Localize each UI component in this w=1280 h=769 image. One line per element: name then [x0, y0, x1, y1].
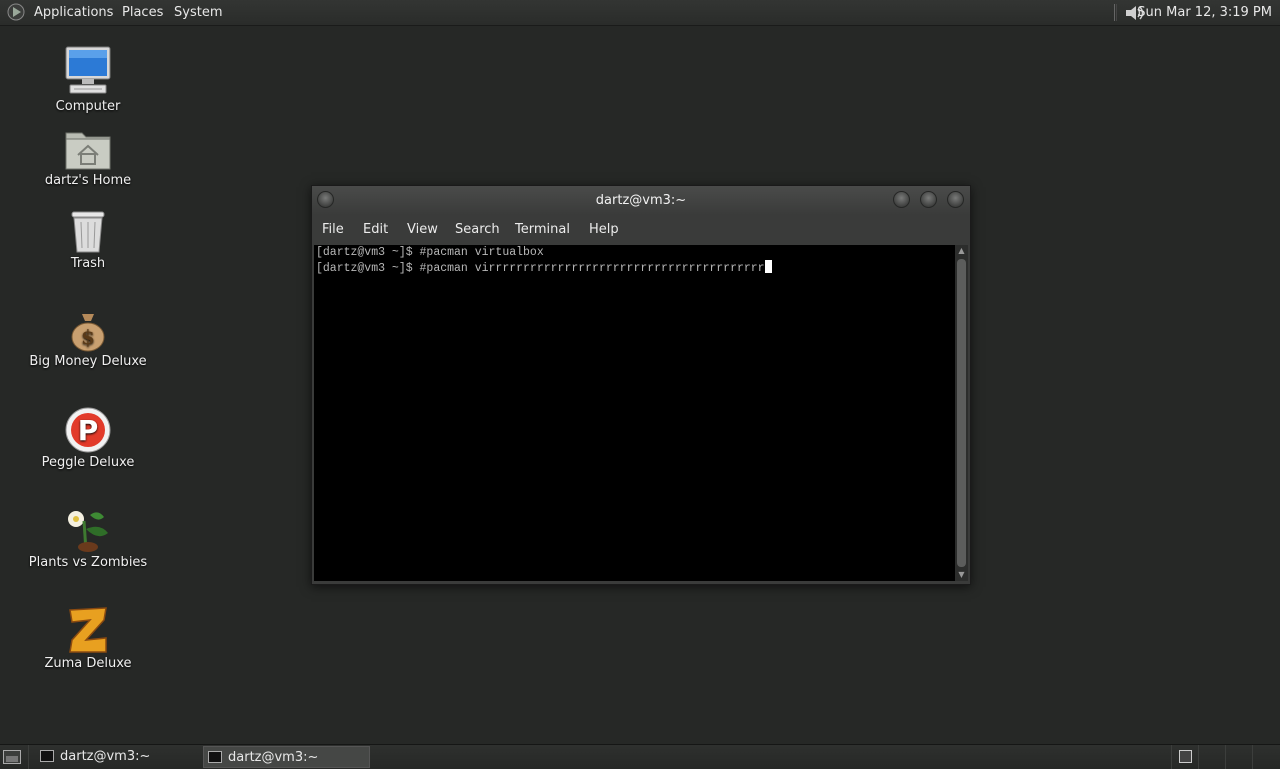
desktop-icon-zuma[interactable]: Zuma Deluxe — [18, 606, 158, 671]
desktop-icon-label: Peggle Deluxe — [41, 455, 135, 470]
taskbar-item-label: dartz@vm3:~ — [60, 749, 151, 764]
desktop-icon-home[interactable]: dartz's Home — [18, 127, 158, 188]
svg-text:$: $ — [81, 325, 95, 349]
svg-text:P: P — [78, 414, 99, 447]
desktop-icon-label: Trash — [70, 256, 106, 271]
menu-search[interactable]: Search — [455, 215, 500, 245]
window-title: dartz@vm3:~ — [595, 193, 687, 208]
desktop-icon-label: Computer — [55, 99, 121, 114]
panel-separator — [1225, 745, 1226, 769]
terminal-icon — [40, 750, 54, 762]
taskbar-item-active[interactable]: dartz@vm3:~ — [203, 746, 370, 768]
terminal-line-current: [dartz@vm3 ~]$ #pacman virrrrrrrrrrrrrrr… — [316, 260, 772, 275]
menu-view[interactable]: View — [407, 215, 438, 245]
money-bag-icon: $ — [71, 314, 105, 352]
text-cursor — [764, 260, 772, 273]
terminal-menubar: File Edit View Search Terminal Help — [312, 215, 970, 245]
menu-places[interactable]: Places — [118, 0, 167, 25]
trash-icon — [71, 211, 105, 253]
terminal-output[interactable]: [dartz@vm3 ~]$ #pacman virtualbox [dartz… — [314, 245, 955, 581]
panel-separator — [1252, 745, 1253, 769]
terminal-line-text: [dartz@vm3 ~]$ #pacman virrrrrrrrrrrrrrr… — [316, 262, 765, 275]
desktop-icon-label: Big Money Deluxe — [29, 354, 147, 369]
window-titlebar[interactable]: dartz@vm3:~ — [312, 186, 970, 215]
computer-icon — [65, 46, 111, 94]
taskbar-item-label: dartz@vm3:~ — [228, 750, 319, 765]
taskbar-item[interactable]: dartz@vm3:~ — [36, 746, 198, 768]
menu-system[interactable]: System — [170, 0, 226, 25]
zuma-icon — [69, 607, 107, 653]
menu-help[interactable]: Help — [589, 215, 619, 245]
terminal-icon — [208, 751, 222, 763]
menu-edit[interactable]: Edit — [363, 215, 388, 245]
panel-separator — [1198, 745, 1199, 769]
maximize-button[interactable] — [920, 191, 937, 208]
desktop-icon-label: Zuma Deluxe — [44, 656, 132, 671]
bottom-panel: dartz@vm3:~ dartz@vm3:~ — [0, 744, 1280, 769]
scrollbar-thumb[interactable] — [957, 259, 966, 567]
home-folder-icon — [65, 132, 111, 170]
scroll-down-arrow-icon[interactable]: ▼ — [955, 569, 968, 581]
desktop-icon-plants-vs-zombies[interactable]: Plants vs Zombies — [18, 507, 158, 570]
desktop-icon-computer[interactable]: Computer — [18, 45, 158, 114]
clock[interactable]: Sun Mar 12, 3:19 PM — [1137, 0, 1272, 25]
terminal-line: [dartz@vm3 ~]$ #pacman virtualbox — [316, 246, 544, 259]
desktop-icon-label: dartz's Home — [44, 173, 132, 188]
panel-separator — [1171, 745, 1172, 769]
peggle-icon: P — [65, 407, 111, 453]
distro-logo-icon[interactable] — [6, 3, 26, 21]
panel-separator — [28, 745, 29, 769]
top-panel: Applications Places System Sun Mar 12, 3… — [0, 0, 1280, 26]
close-button[interactable] — [947, 191, 964, 208]
minimize-button[interactable] — [893, 191, 910, 208]
menu-terminal[interactable]: Terminal — [515, 215, 570, 245]
terminal-scrollbar[interactable]: ▲ ▼ — [955, 245, 968, 581]
desktop-icon-label: Plants vs Zombies — [28, 555, 148, 570]
plants-vs-zombies-icon — [68, 511, 108, 552]
desktop-icon-peggle[interactable]: P Peggle Deluxe — [18, 407, 158, 470]
scroll-up-arrow-icon[interactable]: ▲ — [955, 245, 968, 257]
desktop-icon-trash[interactable]: Trash — [18, 208, 158, 271]
desktop-icon-big-money[interactable]: $ Big Money Deluxe — [18, 310, 158, 369]
menu-file[interactable]: File — [322, 215, 344, 245]
menu-applications[interactable]: Applications — [30, 0, 117, 25]
workspace-switcher[interactable] — [1179, 750, 1192, 763]
panel-handle-icon[interactable] — [1114, 4, 1117, 21]
terminal-window[interactable]: dartz@vm3:~ File Edit View Search Termin… — [311, 185, 971, 585]
show-desktop-icon[interactable] — [3, 750, 21, 764]
